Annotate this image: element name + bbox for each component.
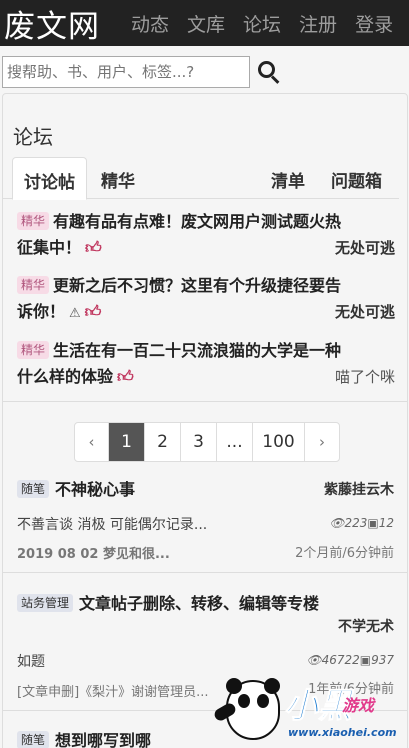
search-row (0, 55, 409, 89)
pagination: ‹ 1 2 3 ... 100 › (74, 422, 340, 462)
reply-count: 937 (371, 653, 394, 667)
watermark-logo-sub: 游戏 (342, 696, 375, 715)
post-time: 2个月前/6分钟前 (295, 546, 394, 561)
panel-title: 论坛 (13, 125, 53, 149)
jinghua-tag: 精华 (17, 276, 50, 294)
thread-author[interactable]: 无处可逃 (335, 237, 395, 258)
post-channel-tag[interactable]: 随笔 (17, 480, 50, 498)
thumbs-up-icon: 👍︎ (117, 367, 134, 386)
page-button[interactable]: 2 (145, 423, 181, 461)
search-icon[interactable] (258, 61, 280, 84)
post-author[interactable]: 紫藤挂云木 (324, 479, 394, 499)
thread-author[interactable]: 无处可逃 (335, 301, 395, 322)
post-channel-tag[interactable]: 站务管理 (17, 594, 74, 612)
forum-tabs: 讨论帖 精华 清单 问题箱 (3, 157, 399, 200)
reply-count: 12 (378, 516, 394, 530)
nav-item-forum[interactable]: 论坛 (234, 10, 290, 37)
top-navbar: 废文网 动态 文库 论坛 注册 登录 (0, 0, 409, 46)
divider (3, 401, 407, 402)
post-last-reply-excerpt[interactable]: 2019 08 02 梦见和很... (17, 543, 170, 562)
page-next-button[interactable]: › (305, 423, 339, 461)
post-title[interactable]: 随笔 想到哪写到哪 (17, 727, 151, 748)
post-stats: 👁︎223▣12 (329, 516, 394, 530)
jinghua-tag: 精华 (17, 212, 50, 230)
tab-lists[interactable]: 清单 (271, 157, 305, 199)
tab-discussion[interactable]: 讨论帖 (12, 157, 87, 200)
nav-item-activity[interactable]: 动态 (122, 10, 178, 37)
thumbs-up-icon: 👍︎ (85, 238, 102, 257)
thread-title-line2[interactable]: 诉你！ (17, 302, 65, 321)
page-button[interactable]: 3 (181, 423, 217, 461)
comment-icon: ▣ (367, 516, 379, 530)
view-count: 223 (344, 516, 368, 530)
post-channel-tag[interactable]: 随笔 (17, 731, 50, 748)
page-button[interactable]: 100 (253, 423, 305, 461)
thread-title-line2[interactable]: 征集中！ (17, 238, 81, 257)
post-author[interactable]: 不学无术 (338, 616, 394, 636)
post-title[interactable]: 随笔 不神秘心事 (17, 476, 135, 500)
page-button-current[interactable]: 1 (109, 423, 145, 461)
eye-icon: 👁︎ (329, 516, 345, 530)
forum-panel: 论坛 讨论帖 精华 清单 问题箱 精华 有趣有品有点难！废文网用户测试题火热 征集… (2, 93, 408, 748)
site-brand[interactable]: 废文网 (0, 1, 122, 46)
main-nav: 动态 文库 论坛 注册 登录 (122, 10, 402, 37)
thread-title-line1[interactable]: 更新之后不习惯？这里有个升级捷径要告 (53, 276, 341, 295)
post-stats: 👁︎46722▣937 (306, 653, 394, 667)
site-watermark: 小黑 游戏 www.xiaohei.com (212, 672, 408, 748)
post-title-text[interactable]: 想到哪写到哪 (55, 731, 151, 748)
nav-item-login[interactable]: 登录 (346, 10, 402, 37)
post-summary[interactable]: 如题 (17, 651, 45, 671)
nav-item-register[interactable]: 注册 (290, 10, 346, 37)
thread-author[interactable]: 喵了个咪 (335, 366, 395, 387)
post-last-reply-excerpt[interactable]: [文章申删]《梨汁》谢谢管理员... (17, 681, 209, 700)
eye-icon: 👁︎ (306, 653, 322, 667)
thread-title-line1[interactable]: 生活在有一百二十只流浪猫的大学是一种 (53, 341, 341, 360)
comment-icon: ▣ (359, 653, 372, 667)
thread-title-line1[interactable]: 有趣有品有点难！废文网用户测试题火热 (53, 212, 341, 231)
divider (3, 572, 407, 573)
thread-title-line2[interactable]: 什么样的体验 (17, 367, 113, 386)
tab-question-box[interactable]: 问题箱 (331, 157, 382, 199)
thumbs-up-icon: 👍︎ (84, 302, 102, 321)
nav-item-library[interactable]: 文库 (178, 10, 234, 37)
post-title-text[interactable]: 不神秘心事 (55, 480, 135, 499)
watermark-url: www.xiaohei.com (288, 726, 397, 739)
warning-icon: ⚠ (69, 306, 81, 321)
page-prev-button[interactable]: ‹ (75, 423, 109, 461)
post-title-text[interactable]: 文章帖子删除、转移、编辑等专楼 (79, 594, 319, 613)
search-input[interactable] (2, 56, 250, 88)
jinghua-tag: 精华 (17, 341, 50, 359)
post-summary[interactable]: 不善言谈 消极 可能偶尔记录... (17, 514, 207, 534)
page-ellipsis: ... (217, 423, 253, 461)
tab-featured[interactable]: 精华 (101, 157, 135, 199)
view-count: 46722 (321, 653, 360, 667)
post-title[interactable]: 站务管理 文章帖子删除、转移、编辑等专楼 (17, 590, 319, 614)
